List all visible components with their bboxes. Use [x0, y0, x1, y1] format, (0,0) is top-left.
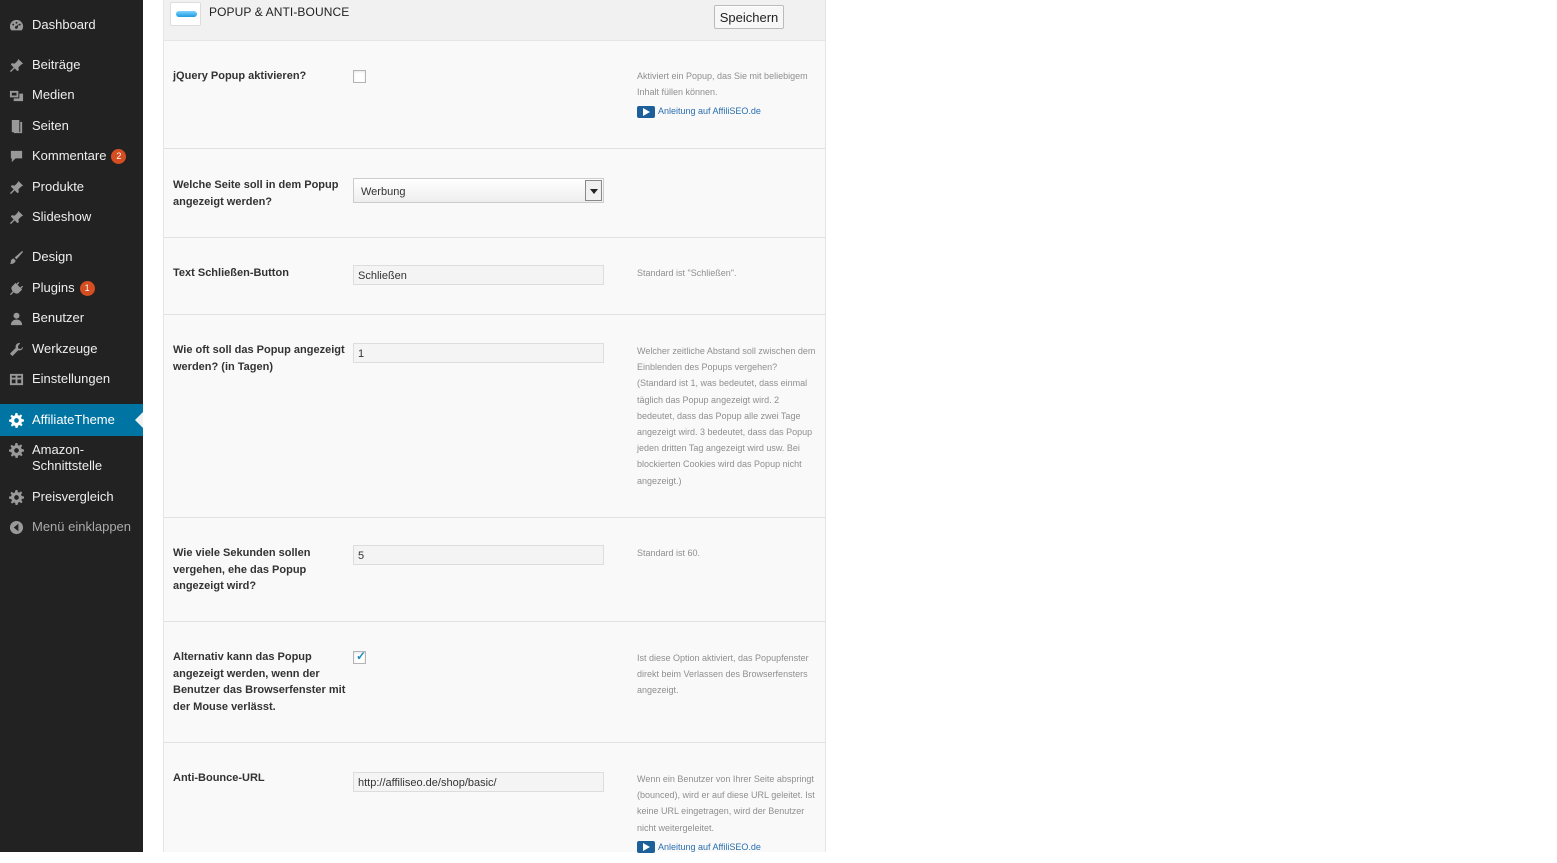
popup-section-icon — [170, 2, 201, 26]
sidebar-item-label: Werkzeuge — [32, 341, 98, 356]
sidebar-item-label: Kommentare — [32, 148, 107, 163]
sidebar-item-label: AffiliateTheme — [32, 412, 115, 427]
setting-row-exit-intent: Alternativ kann das Popup angezeigt werd… — [164, 622, 825, 743]
setting-row-popup-enable: jQuery Popup aktivieren? Aktiviert ein P… — [164, 41, 825, 149]
sidebar-item-amazon-interface[interactable]: Amazon- Schnittstelle — [0, 442, 143, 474]
setting-row-anti-bounce-url: Anti-Bounce-URL http://affiliseo.de/shop… — [164, 743, 825, 863]
sidebar-item-label-line1: Amazon- — [32, 442, 85, 457]
sidebar-item-label: Seiten — [32, 118, 69, 133]
sidebar-item-label-wrap: Kommentare 2 — [32, 148, 127, 164]
dashboard-icon — [8, 17, 24, 33]
setting-label: Text Schließen-Button — [173, 267, 289, 279]
pin-icon — [8, 57, 24, 73]
delay-input[interactable]: 5 — [353, 545, 604, 565]
gear-icon — [8, 412, 24, 428]
sidebar-item-label: Amazon- Schnittstelle — [32, 442, 102, 474]
sidebar-item-comments[interactable]: Kommentare 2 — [0, 148, 143, 164]
setting-help: Aktiviert ein Popup, das Sie mit beliebi… — [637, 68, 817, 120]
sidebar-item-tools[interactable]: Werkzeuge — [0, 341, 143, 357]
setting-help-text: Standard ist 60. — [637, 548, 701, 558]
sidebar-item-label: Benutzer — [32, 310, 85, 325]
sidebar-item-affiliatetheme[interactable]: AffiliateTheme — [0, 404, 143, 436]
sidebar-item-label: Produkte — [32, 179, 85, 194]
popup-page-select[interactable]: Werbung — [353, 178, 604, 203]
setting-help: Wenn ein Benutzer von Ihrer Seite abspri… — [637, 771, 817, 855]
sidebar-item-users[interactable]: Benutzer — [0, 310, 143, 326]
setting-label: Wie oft soll das Popup angezeigt werden?… — [173, 344, 345, 373]
sidebar-item-label: Design — [32, 249, 73, 264]
pin-icon — [8, 209, 24, 225]
plugins-icon — [8, 280, 24, 296]
interval-input[interactable]: 1 — [353, 343, 604, 363]
sidebar-item-label: Einstellungen — [32, 371, 111, 386]
sidebar-collapse-menu[interactable]: Menü einklappen — [0, 519, 143, 535]
settings-panel: POPUP & ANTI-BOUNCE Speichern jQuery Pop… — [163, 0, 826, 853]
media-icon — [8, 87, 24, 103]
setting-help-text: Wenn ein Benutzer von Ihrer Seite abspri… — [637, 774, 815, 833]
sidebar-item-label: Menü einklappen — [32, 519, 132, 534]
sidebar-item-label: Dashboard — [32, 17, 96, 32]
anti-bounce-url-input[interactable]: http://affiliseo.de/shop/basic/ — [353, 772, 604, 792]
chevron-down-icon — [585, 180, 602, 201]
sidebar-item-pages[interactable]: Seiten — [0, 118, 143, 134]
panel-header: POPUP & ANTI-BOUNCE Speichern — [164, 0, 825, 41]
setting-label: Welche Seite soll in dem Popup angezeigt… — [173, 179, 339, 208]
save-button[interactable]: Speichern — [714, 5, 784, 29]
sidebar-item-label: Preisvergleich — [32, 489, 114, 504]
sidebar-item-label: Beiträge — [32, 57, 81, 72]
sidebar-item-dashboard[interactable]: Dashboard — [0, 17, 143, 33]
sidebar-item-posts[interactable]: Beiträge — [0, 57, 143, 73]
tutorial-link-text: Anleitung auf AffiliSEO.de — [658, 106, 761, 117]
setting-row-close-text: Text Schließen-Button Schließen Standard… — [164, 238, 825, 315]
setting-label: Wie viele Sekunden sollen vergehen, ehe … — [173, 547, 311, 592]
panel-title: POPUP & ANTI-BOUNCE — [209, 5, 350, 19]
sidebar-item-slideshow[interactable]: Slideshow — [0, 209, 143, 225]
setting-help-text: Aktiviert ein Popup, das Sie mit beliebi… — [637, 71, 808, 98]
plugins-update-badge: 1 — [79, 281, 95, 296]
sidebar-item-label-line2: Schnittstelle — [32, 458, 103, 473]
sidebar-item-label-wrap: Plugins 1 — [32, 280, 95, 296]
exit-intent-checkbox[interactable]: ✓ — [353, 649, 367, 664]
tutorial-link[interactable]: Anleitung auf AffiliSEO.de — [637, 103, 817, 119]
comments-icon — [8, 148, 24, 164]
popup-enable-checkbox[interactable] — [353, 70, 366, 83]
video-play-icon — [637, 840, 655, 853]
close-text-input[interactable]: Schließen — [353, 265, 604, 285]
collapse-icon — [8, 519, 24, 535]
setting-row-popup-page: Welche Seite soll in dem Popup angezeigt… — [164, 149, 825, 238]
sidebar-item-label: Medien — [32, 87, 75, 102]
setting-label: jQuery Popup aktivieren? — [173, 70, 307, 82]
setting-row-delay: Wie viele Sekunden sollen vergehen, ehe … — [164, 518, 825, 622]
brush-icon — [8, 249, 24, 265]
setting-help-text: Ist diese Option aktiviert, das Popupfen… — [637, 653, 809, 696]
sidebar-item-design[interactable]: Design — [0, 249, 143, 265]
sidebar-item-settings[interactable]: Einstellungen — [0, 371, 143, 387]
tutorial-link-text: Anleitung auf AffiliSEO.de — [658, 841, 761, 852]
sidebar-item-products[interactable]: Produkte — [0, 179, 143, 195]
setting-row-interval: Wie oft soll das Popup angezeigt werden?… — [164, 315, 825, 518]
settings-icon — [8, 371, 24, 387]
sidebar-item-label: Slideshow — [32, 209, 92, 224]
pin-icon — [8, 179, 24, 195]
gear-icon — [8, 442, 24, 458]
sidebar-item-plugins[interactable]: Plugins 1 — [0, 280, 143, 296]
admin-sidebar: Dashboard Beiträge Medien Seiten Komment… — [0, 0, 143, 852]
checkmark-icon: ✓ — [356, 649, 367, 663]
wrench-icon — [8, 341, 24, 357]
sidebar-item-label: Plugins — [32, 280, 75, 295]
popup-page-select-value: Werbung — [361, 186, 406, 198]
user-icon — [8, 310, 24, 326]
setting-help-text: Welcher zeitliche Abstand soll zwischen … — [637, 346, 816, 486]
sidebar-item-media[interactable]: Medien — [0, 87, 143, 103]
gear-icon — [8, 489, 24, 505]
pages-icon — [8, 118, 24, 134]
setting-label: Anti-Bounce-URL — [173, 772, 265, 784]
comments-count-badge: 2 — [111, 149, 127, 164]
sidebar-item-price-comparison[interactable]: Preisvergleich — [0, 489, 143, 505]
video-play-icon — [637, 105, 655, 118]
tutorial-link[interactable]: Anleitung auf AffiliSEO.de — [637, 839, 817, 855]
setting-label: Alternativ kann das Popup angezeigt werd… — [173, 651, 346, 713]
setting-help-text: Standard ist "Schließen". — [637, 268, 737, 278]
